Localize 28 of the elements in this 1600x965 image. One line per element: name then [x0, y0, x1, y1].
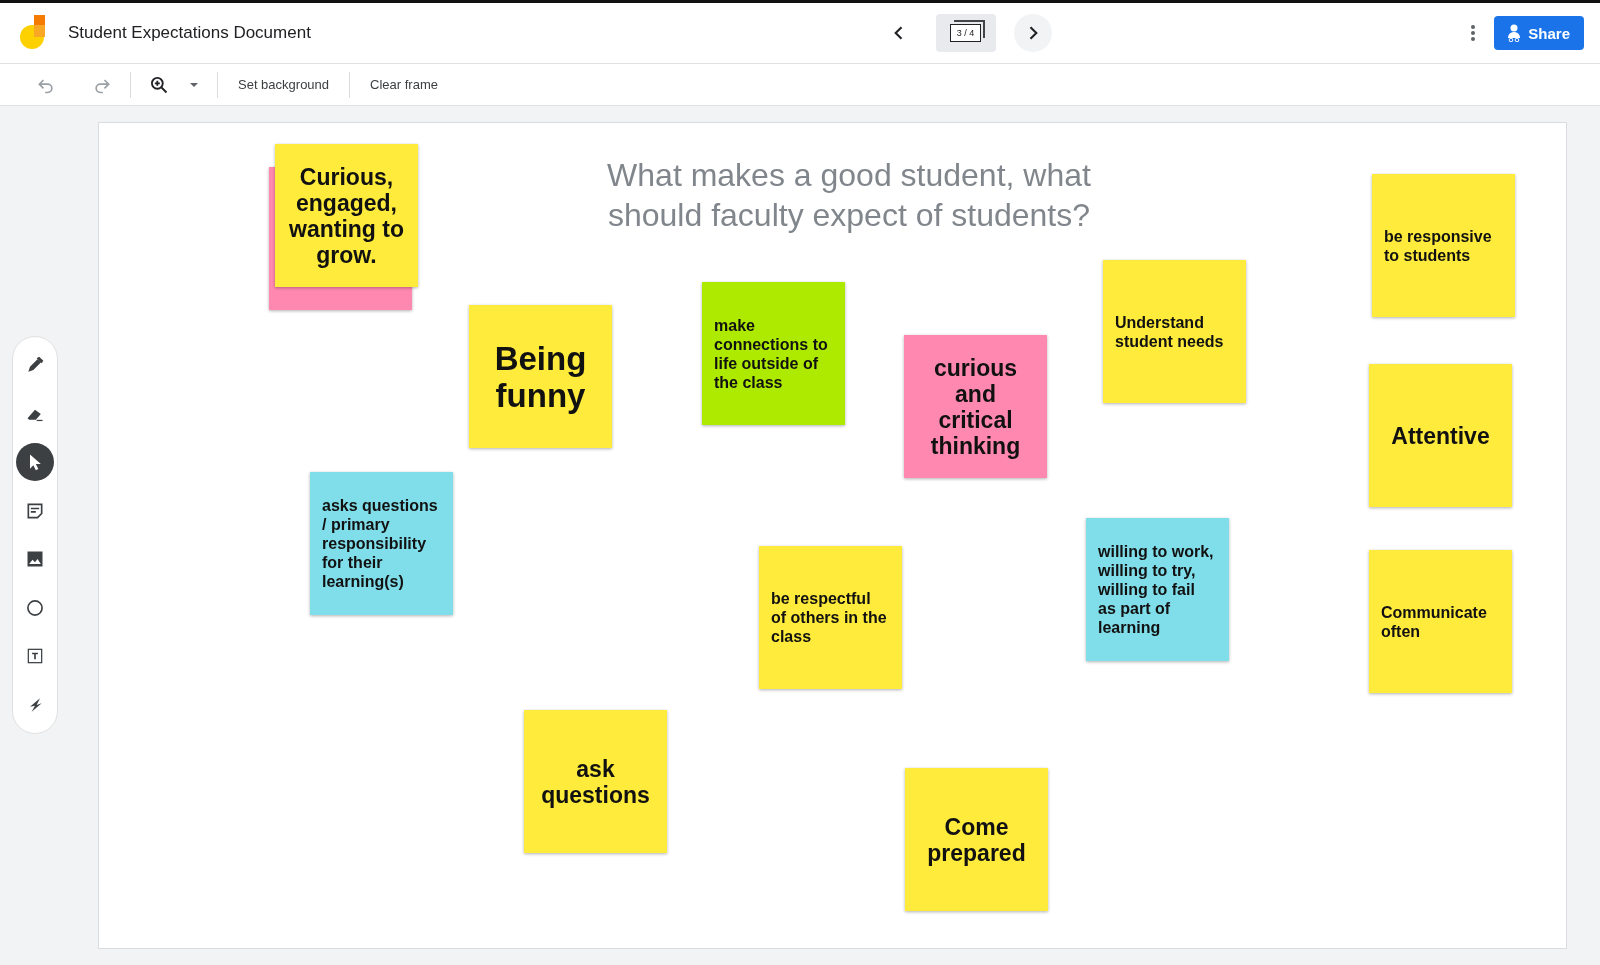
sticky-note: curious and critical thinking: [904, 335, 1047, 478]
share-button[interactable]: Share: [1494, 16, 1584, 50]
sticky-note: Communicate often: [1369, 550, 1512, 693]
sticky-note: be responsive to students: [1372, 174, 1515, 317]
zoom-in-icon: [149, 74, 169, 95]
person-icon: [1506, 24, 1523, 42]
toolbar-action-button[interactable]: Set background: [228, 71, 340, 98]
app-logo-icon: [20, 15, 48, 51]
sticky-note: be respectful of others in the class: [759, 546, 902, 689]
sticky-note: Attentive: [1369, 364, 1512, 507]
sticky-note: ask questions: [524, 710, 667, 853]
sticky-note: make connections to life outside of the class: [702, 282, 845, 425]
more-options-icon[interactable]: [1470, 24, 1477, 42]
sticky-note: asks questions / primary responsibility for their learning(s): [310, 472, 453, 615]
sticky-note: Being funny: [469, 305, 612, 448]
sticky-note: Come prepared: [905, 768, 1048, 911]
sticky-note: willing to work, willing to try, willing to fail as part of learning: [1086, 518, 1229, 661]
caret-icon: [189, 81, 199, 88]
frame-counter-button[interactable]: 3 / 4: [935, 14, 996, 52]
sticky-note: Understand student needs: [1103, 260, 1246, 403]
toolbar-action-button[interactable]: Clear frame: [360, 71, 448, 98]
next-frame-button[interactable]: [1013, 14, 1052, 52]
frame-heading: What makes a good student, what should faculty expect of students?: [606, 156, 1092, 235]
tool-button[interactable]: [16, 443, 54, 482]
image-icon: [25, 549, 45, 570]
circle-icon: [25, 597, 45, 618]
document-title: Student Expectations Document: [68, 23, 311, 43]
sticky-note: Curious, engaged, wanting to grow.: [275, 144, 418, 287]
